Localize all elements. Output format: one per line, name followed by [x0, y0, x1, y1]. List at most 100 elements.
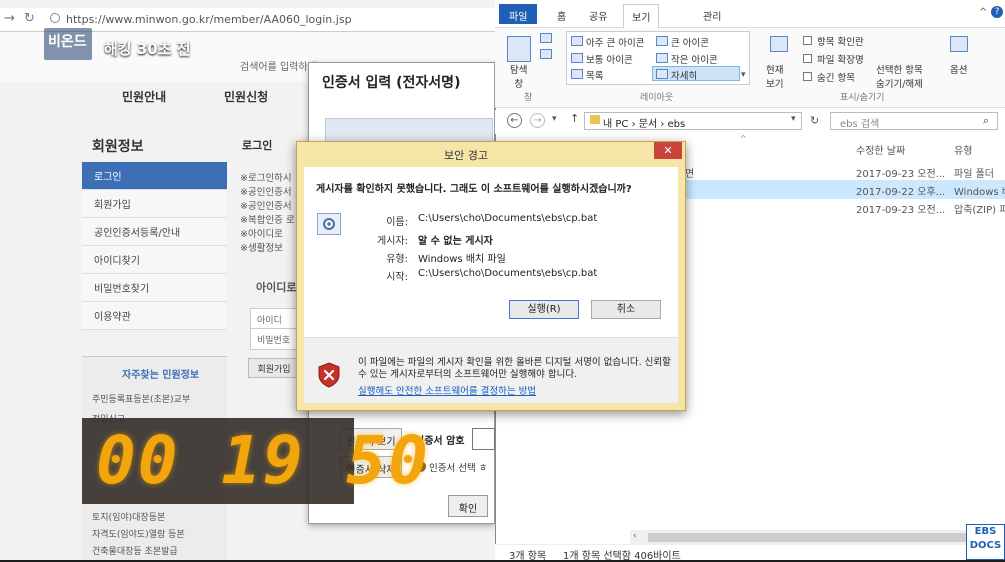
episode-title: 해킹 30초 전: [104, 40, 191, 58]
ebs-docs-watermark: EBS DOCS: [966, 524, 1005, 560]
small-icons-icon: [656, 53, 668, 63]
notice-line: ※복합인증 로: [240, 215, 295, 226]
preview-pane-icon[interactable]: [540, 33, 552, 43]
ribbon-group-show-hide: 표시/숨기기: [840, 93, 885, 103]
url-text[interactable]: https://www.minwon.go.kr/member/AA060_lo…: [66, 13, 352, 26]
forward-icon[interactable]: →: [4, 11, 15, 26]
tab-share[interactable]: 공유: [589, 8, 607, 23]
gear-window-icon: [323, 218, 335, 230]
dialog-title: 보안 경고: [444, 149, 488, 162]
scrollbar-thumb[interactable]: [648, 533, 1005, 542]
layout-extra-large[interactable]: 아주 큰 아이콘: [586, 35, 644, 49]
hide-selected-button[interactable]: 선택한 항목 숨기기/해제: [876, 62, 923, 90]
field-name-label: 이름:: [386, 217, 408, 228]
back-icon[interactable]: ←: [507, 113, 522, 128]
shield-warning-icon: [318, 362, 340, 388]
layout-list[interactable]: 목록: [586, 68, 603, 82]
layout-large[interactable]: 큰 아이콘: [671, 35, 709, 49]
help-link[interactable]: 실행해도 안전한 소프트웨어를 결정하는 방법: [358, 383, 536, 397]
hidden-items-toggle[interactable]: [803, 72, 812, 81]
menu-find-pw[interactable]: 비밀번호찾기: [82, 274, 227, 302]
dialog-question: 게시자를 확인하지 못했습니다. 그래도 이 소프트웨어를 실행하시겠습니까?: [316, 184, 632, 195]
run-button[interactable]: 실행(R): [509, 300, 579, 319]
recent-dropdown-icon[interactable]: ▾: [552, 114, 557, 124]
layout-small[interactable]: 작은 아이콘: [671, 52, 718, 66]
ribbon-group-layout: 레이아웃: [640, 93, 674, 103]
scroll-left-icon[interactable]: ‹: [633, 531, 637, 541]
nav-minwon-guide[interactable]: 민원안내: [122, 88, 166, 105]
tab-manage[interactable]: 관리: [703, 8, 721, 23]
status-bar: 3개 항목 1개 항목 선택함 406바이트: [495, 544, 1005, 562]
notice-line: ※공인인증서: [240, 201, 292, 212]
cert-password-input[interactable]: [472, 428, 495, 450]
menu-terms[interactable]: 이용약관: [82, 302, 227, 330]
chevron-up-icon[interactable]: ^: [979, 7, 987, 18]
forward-icon[interactable]: →: [530, 113, 545, 128]
search-icon[interactable]: ⌕: [983, 114, 989, 128]
faq-item[interactable]: 자격도(임야도)열람 등본: [92, 527, 185, 540]
info-icon[interactable]: [50, 13, 60, 23]
menu-cert-register[interactable]: 공인인증서등록/안내: [82, 218, 227, 246]
sort-up-icon: ^: [740, 134, 747, 143]
layout-details[interactable]: 자세히: [671, 68, 697, 82]
faq-item[interactable]: 토지(임야)대장등본: [92, 510, 165, 523]
file-date: 2017-09-23 오전...: [856, 205, 946, 216]
file-name: 면: [685, 169, 695, 180]
current-view-button[interactable]: 현재 보기: [766, 62, 783, 90]
menu-login[interactable]: 로그인: [82, 162, 227, 190]
notice-line: ※아이디로: [240, 229, 283, 240]
nav-minwon-apply[interactable]: 민원신청: [224, 88, 268, 105]
column-type[interactable]: 유형: [954, 142, 972, 157]
field-publisher-label: 게시자:: [377, 236, 408, 247]
field-name-value: C:\Users\cho\Documents\ebs\cp.bat: [418, 213, 598, 224]
warning-text: 이 파일에는 파일의 게시자 확인을 위한 올바른 디지털 서명이 없습니다. …: [358, 357, 671, 380]
file-type: Windows 배: [954, 187, 1005, 198]
folder-icon: [590, 115, 600, 124]
notice-line: ※생활정보: [240, 243, 283, 254]
tab-home[interactable]: 홈: [557, 8, 566, 23]
tab-file[interactable]: 파일: [499, 4, 538, 24]
menu-signup[interactable]: 회원가입: [82, 190, 227, 218]
options-button[interactable]: 옵션: [950, 62, 967, 76]
batch-file-icon: [317, 213, 341, 235]
reload-icon[interactable]: ↻: [24, 11, 35, 26]
current-view-icon: [770, 36, 788, 52]
field-type-value: Windows 배치 파일: [418, 254, 506, 265]
notice-line: ※로그인하시: [240, 173, 292, 184]
faq-item[interactable]: 건축물대장등 초본발급: [92, 544, 178, 557]
countdown-timer: 00 19 50: [96, 422, 430, 499]
layout-medium[interactable]: 보통 아이콘: [586, 52, 633, 66]
gallery-more-icon[interactable]: ▾: [741, 70, 746, 80]
field-from-label: 시작:: [386, 272, 408, 283]
cancel-button[interactable]: 취소: [591, 300, 661, 319]
faq-title: 자주찾는 민원정보: [122, 370, 200, 381]
refresh-icon[interactable]: ↻: [810, 114, 819, 127]
cert-window-title: 인증서 입력 (전자서명): [322, 75, 461, 91]
column-date[interactable]: 수정한 날짜: [856, 142, 905, 157]
menu-find-id[interactable]: 아이디찾기: [82, 246, 227, 274]
ribbon-group-pane: 창: [524, 93, 533, 103]
path-text[interactable]: 내 PC › 문서 › ebs: [603, 115, 685, 130]
path-dropdown-icon[interactable]: ▾: [791, 114, 796, 124]
left-menu-title: 회원정보: [92, 139, 144, 155]
login-heading: 로그인: [242, 139, 273, 152]
confirm-button[interactable]: 확인: [448, 495, 488, 517]
file-date: 2017-09-22 오후...: [856, 187, 946, 198]
main-nav: 민원안내 민원신청: [80, 82, 320, 114]
item-checkbox-toggle[interactable]: [803, 36, 812, 45]
up-icon[interactable]: ↑: [570, 112, 579, 125]
list-icon: [571, 69, 583, 79]
details-pane-icon[interactable]: [540, 49, 552, 59]
signup-button[interactable]: 회원가입: [248, 358, 300, 378]
tab-view[interactable]: 보기: [623, 4, 660, 28]
medium-icons-icon: [571, 53, 583, 63]
channel-logo-text: 비온드: [48, 34, 87, 50]
navigation-pane-button[interactable]: 탐색 창: [510, 62, 527, 90]
help-icon[interactable]: ?: [991, 6, 1003, 18]
close-icon[interactable]: ✕: [654, 142, 682, 159]
navigation-pane-icon[interactable]: [507, 36, 531, 62]
faq-item[interactable]: 주민등록표등본(초본)교부: [92, 392, 190, 405]
extra-large-icons-icon: [571, 36, 583, 46]
dialog-titlebar[interactable]: [296, 141, 686, 167]
extension-toggle[interactable]: [803, 54, 812, 63]
